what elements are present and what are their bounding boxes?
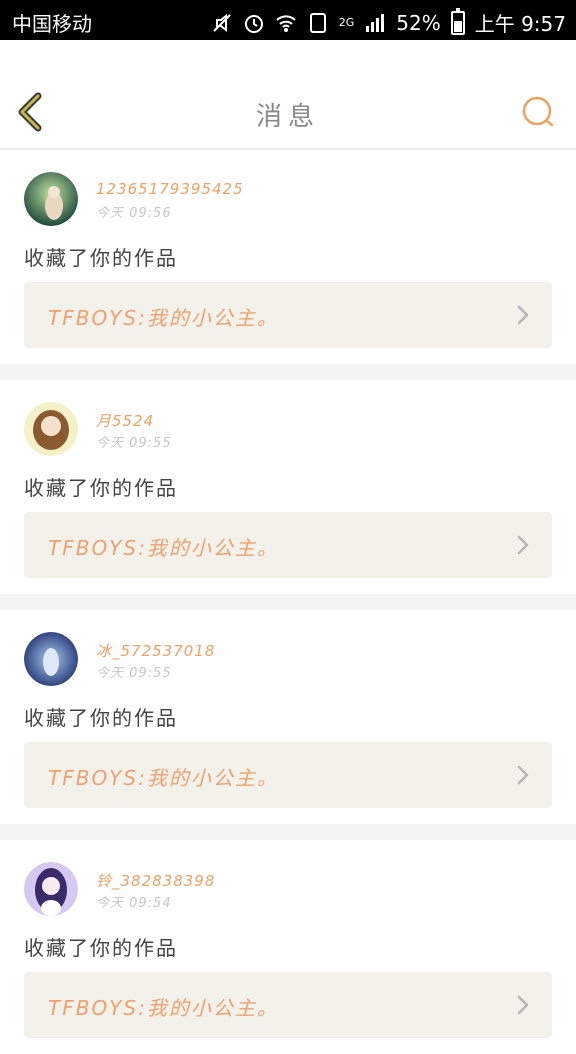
timestamp: 今天 09:55 [96,666,172,681]
battery-percent: 52% [396,10,441,35]
message-card: 冰_572537018 今天 09:55 收藏了你的作品 TFBOYS:我的小公… [0,610,576,824]
username[interactable]: 铃_382838398 [96,870,215,891]
alarm-icon [244,14,263,33]
avatar[interactable] [24,632,78,686]
message-card: 铃_382838398 今天 09:54 收藏了你的作品 TFBOYS:我的小公… [0,840,576,1054]
search-icon[interactable] [520,94,556,130]
message-card: 月5524 今天 09:55 收藏了你的作品 TFBOYS:我的小公主。 [0,380,576,594]
work-link[interactable]: TFBOYS:我的小公主。 [24,742,552,808]
timestamp: 今天 09:55 [96,436,172,451]
username[interactable]: 月5524 [96,410,154,431]
message-card: 12365179395425 今天 09:56 收藏了你的作品 TFBOYS:我… [0,150,576,364]
username[interactable]: 冰_572537018 [96,640,215,661]
timestamp: 今天 09:54 [96,896,172,911]
wifi-icon [276,14,296,32]
clock: 上午 9:57 [474,12,566,36]
avatar[interactable] [24,172,78,226]
action-text: 收藏了你的作品 [24,476,178,500]
avatar[interactable] [24,402,78,456]
header-bar: 消息 [0,40,576,149]
work-link[interactable]: TFBOYS:我的小公主。 [24,972,552,1038]
sim-icon [309,12,326,33]
chevron-right-icon [517,535,529,555]
page-title: 消息 [255,102,320,132]
action-text: 收藏了你的作品 [24,246,178,270]
signal-icon [366,13,385,32]
battery-icon [450,7,465,35]
avatar[interactable] [24,862,78,916]
work-link[interactable]: TFBOYS:我的小公主。 [24,282,552,348]
chevron-right-icon [517,995,529,1015]
status-icons: 2G 52% 上午 9:57 [211,7,566,37]
work-title: TFBOYS:我的小公主。 [48,766,279,790]
network-type: 2G [338,16,355,29]
chevron-right-icon [517,305,529,325]
work-title: TFBOYS:我的小公主。 [48,536,279,560]
username[interactable]: 12365179395425 [96,180,244,198]
status-bar: 中国移动 2G 52% 上午 9:57 [0,0,576,40]
mute-icon [213,13,231,32]
action-text: 收藏了你的作品 [24,706,178,730]
chevron-right-icon [517,765,529,785]
timestamp: 今天 09:56 [96,206,172,221]
carrier-label: 中国移动 [12,12,92,36]
work-title: TFBOYS:我的小公主。 [48,996,279,1020]
action-text: 收藏了你的作品 [24,936,178,960]
work-link[interactable]: TFBOYS:我的小公主。 [24,512,552,578]
work-title: TFBOYS:我的小公主。 [48,306,279,330]
